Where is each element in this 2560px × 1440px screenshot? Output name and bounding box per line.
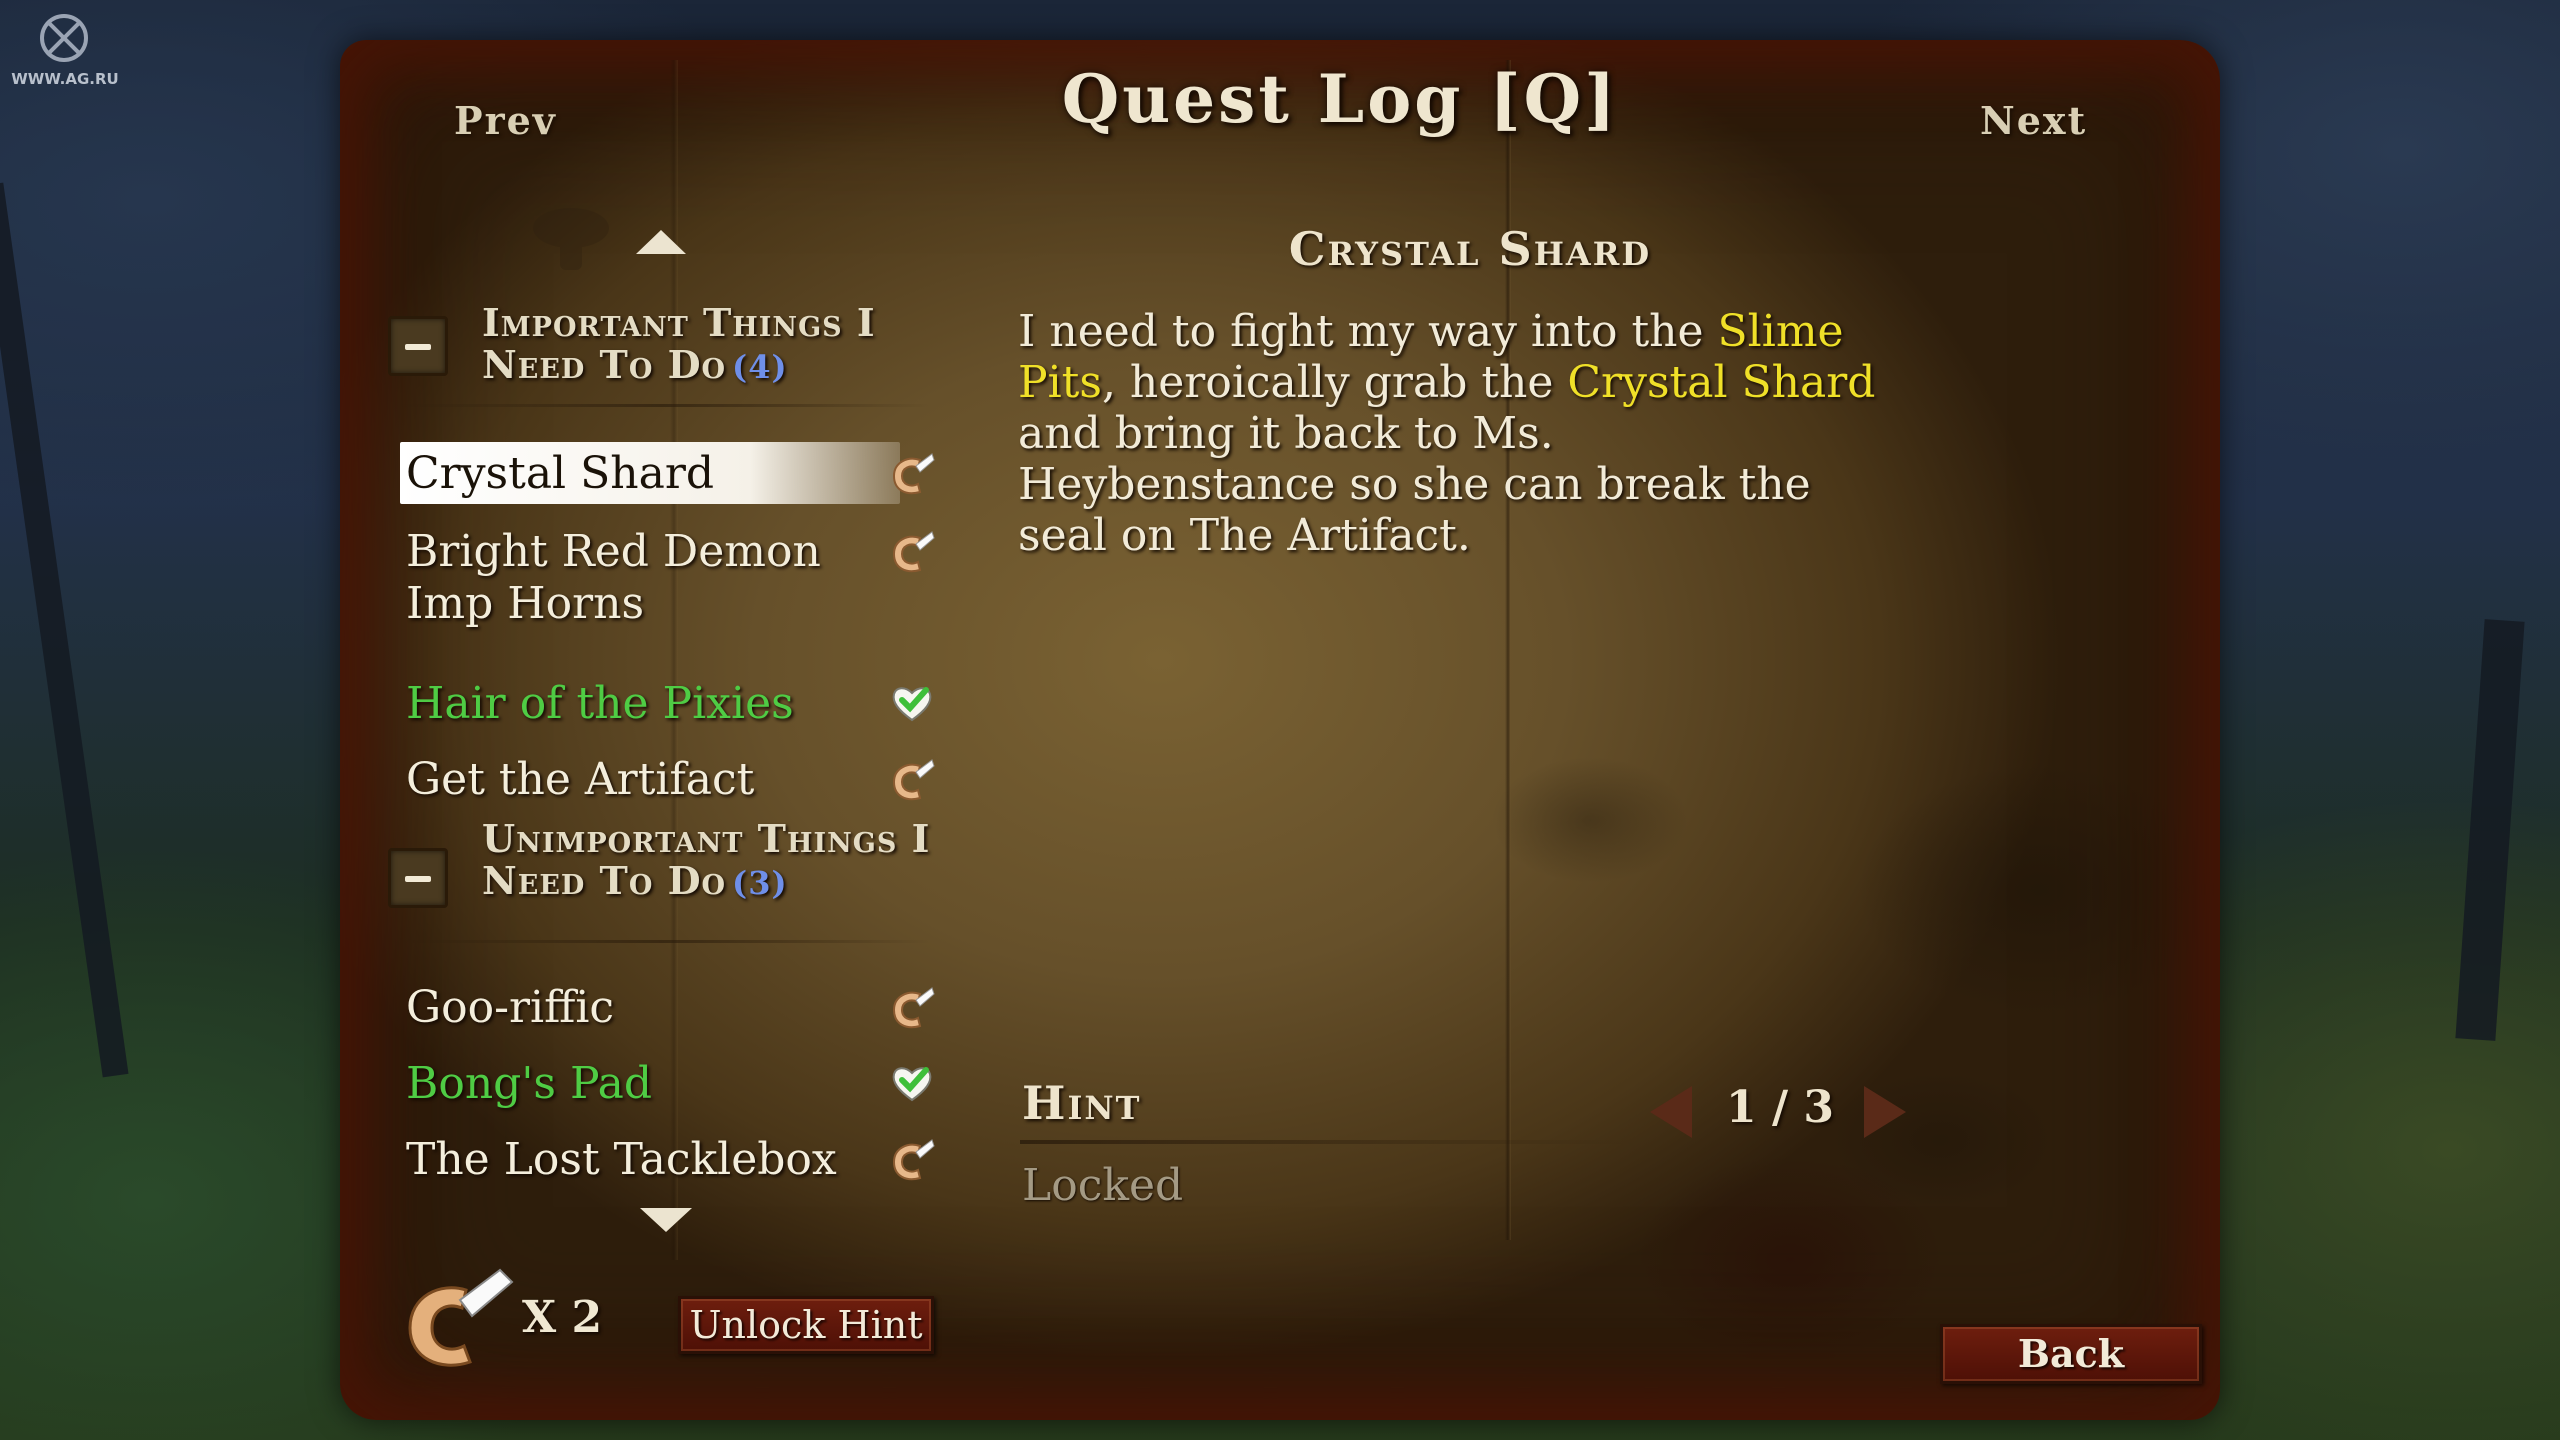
quest-label: The Lost Tacklebox: [406, 1134, 837, 1185]
quest-label: Get the Artifact: [406, 754, 755, 805]
category-important-count: (4): [732, 348, 788, 386]
category-unimportant-title: Unimportant Things I Need To Do (3): [482, 818, 952, 904]
heart-check-icon: [892, 1067, 932, 1102]
hint-prev-arrow[interactable]: [1650, 1086, 1692, 1138]
collapse-important-toggle[interactable]: [388, 316, 448, 376]
highlight-item: Crystal Shard: [1567, 357, 1876, 408]
quest-item-goo-riffic[interactable]: Goo-riffic: [400, 976, 940, 1036]
ag-logo-icon: [40, 14, 88, 62]
watermark-text: WWW.AG.RU: [11, 70, 119, 88]
quest-item-bongs-pad[interactable]: Bong's Pad: [400, 1052, 940, 1112]
fortune-cookie-icon: [892, 759, 935, 801]
quest-label: Goo-riffic: [406, 982, 615, 1033]
fortune-cookie-icon: [892, 1139, 935, 1181]
fortune-cookie-icon: [892, 987, 935, 1029]
fortune-cookie-icon: [408, 1268, 514, 1367]
quest-label: Bong's Pad: [406, 1058, 653, 1109]
hint-heading: Hint: [1022, 1076, 1142, 1130]
tree-silhouette-left: [0, 182, 129, 1078]
category-divider: [392, 404, 932, 407]
fortune-cookie-icon: [892, 453, 935, 495]
category-unimportant-count: (3): [732, 864, 788, 902]
description-text: I need to fight my way into the: [1018, 306, 1718, 357]
category-divider: [392, 940, 932, 943]
hint-token-count: X 2: [522, 1292, 603, 1343]
quest-item-demon-horns[interactable]: Bright Red Demon Imp Horns: [400, 520, 940, 630]
quest-description: I need to fight my way into the Slime Pi…: [1018, 306, 1878, 561]
category-important-title: Important Things I Need To Do (4): [482, 302, 942, 388]
quest-label: Crystal Shard: [406, 448, 715, 499]
quest-item-get-the-artifact[interactable]: Get the Artifact: [400, 748, 940, 808]
quest-item-lost-tacklebox[interactable]: The Lost Tacklebox: [400, 1128, 940, 1188]
watermark-logo: WWW.AG.RU: [10, 8, 120, 88]
quest-detail-title: Crystal Shard: [1288, 222, 1652, 276]
prev-page-button[interactable]: Prev: [454, 98, 557, 143]
quest-item-hair-of-the-pixies[interactable]: Hair of the Pixies: [400, 672, 940, 732]
hint-next-arrow[interactable]: [1864, 1086, 1906, 1138]
quest-label: Hair of the Pixies: [406, 678, 794, 729]
scroll-up-arrow[interactable]: [636, 230, 686, 254]
hint-text: Locked: [1022, 1160, 1184, 1211]
description-text: , heroically grab the: [1101, 357, 1568, 408]
collapse-unimportant-toggle[interactable]: [388, 848, 448, 908]
quest-label: Bright Red Demon Imp Horns: [406, 526, 821, 629]
heart-check-icon: [892, 687, 932, 722]
hint-divider: [1020, 1140, 1640, 1144]
description-text: and bring it back to Ms. Heybenstance so…: [1018, 408, 1811, 561]
category-important-label: Important Things I Need To Do: [482, 300, 876, 387]
next-page-button[interactable]: Next: [1980, 98, 2087, 143]
tree-silhouette-right: [2455, 619, 2525, 1041]
mushroom-icon: [533, 208, 609, 270]
fortune-cookie-icon: [892, 531, 935, 573]
scroll-down-arrow[interactable]: [640, 1208, 692, 1232]
back-button[interactable]: Back: [1940, 1324, 2202, 1384]
hint-page-indicator: 1 / 3: [1726, 1082, 1834, 1133]
quest-item-crystal-shard[interactable]: Crystal Shard: [400, 442, 940, 504]
unlock-hint-button[interactable]: Unlock Hint: [678, 1296, 934, 1354]
category-unimportant-label: Unimportant Things I Need To Do: [482, 816, 931, 903]
page-title: Quest Log [Q]: [1061, 60, 1619, 138]
